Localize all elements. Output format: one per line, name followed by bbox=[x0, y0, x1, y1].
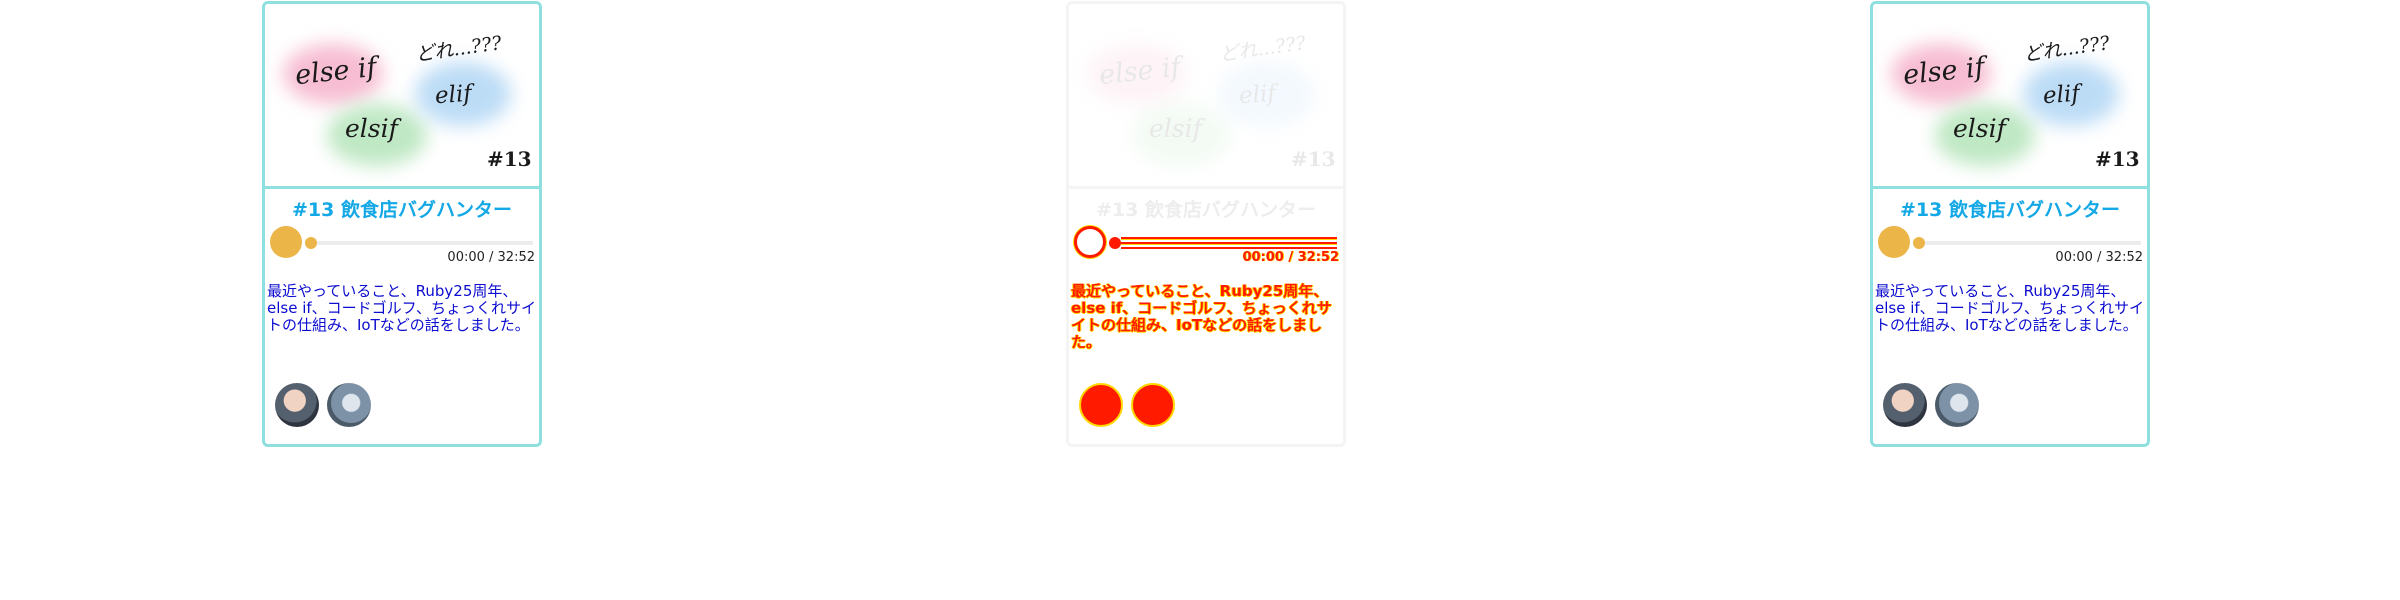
seek-handle[interactable] bbox=[305, 237, 317, 249]
artwork-text-question: どれ...??? bbox=[2022, 32, 2112, 66]
playback-time: 00:00 / 32:52 bbox=[447, 250, 535, 265]
audio-player[interactable]: 00:00 / 32:52 bbox=[1069, 223, 1343, 269]
episode-title[interactable]: #13 飲食店バグハンター bbox=[1873, 189, 2147, 223]
avatar[interactable] bbox=[327, 383, 371, 427]
episode-description: 最近やっていること、Ruby25周年、else if、コードゴルフ、ちょっくれサ… bbox=[267, 282, 537, 334]
artwork-text-elif: elif bbox=[434, 80, 473, 110]
artwork-text-question: どれ...??? bbox=[414, 32, 504, 66]
episode-title[interactable]: #13 飲食店バグハンター bbox=[1069, 189, 1343, 223]
artwork-text-elif: elif bbox=[2042, 80, 2081, 110]
avatar[interactable] bbox=[1935, 383, 1979, 427]
host-avatars bbox=[1873, 373, 2147, 433]
artwork-episode-number: #13 bbox=[487, 147, 532, 171]
host-avatars bbox=[1069, 373, 1343, 433]
episode-card[interactable]: else if どれ...??? elif elsif #13 #13 飲食店バ… bbox=[1870, 1, 2150, 447]
artwork-text-elsif: elsif bbox=[1953, 114, 2006, 143]
episode-description: 最近やっていること、Ruby25周年、else if、コードゴルフ、ちょっくれサ… bbox=[1875, 282, 2145, 334]
audio-player[interactable]: 00:00 / 32:52 bbox=[1873, 223, 2147, 269]
artwork-episode-number: #13 bbox=[1291, 147, 1336, 171]
play-button[interactable] bbox=[1074, 226, 1106, 258]
playback-time: 00:00 / 32:52 bbox=[1242, 250, 1339, 265]
seek-bar[interactable] bbox=[1925, 241, 2141, 245]
seek-bar[interactable] bbox=[317, 241, 533, 245]
episode-artwork: else if どれ...??? elif elsif #13 bbox=[1873, 4, 2147, 189]
episode-card[interactable]: else if どれ...??? elif elsif #13 #13 飲食店バ… bbox=[1066, 1, 1346, 447]
episode-artwork: else if どれ...??? elif elsif #13 bbox=[1069, 4, 1343, 189]
episode-title[interactable]: #13 飲食店バグハンター bbox=[265, 189, 539, 223]
seek-handle[interactable] bbox=[1913, 237, 1925, 249]
playback-time: 00:00 / 32:52 bbox=[2055, 250, 2143, 265]
avatar[interactable] bbox=[1079, 383, 1123, 427]
host-avatars bbox=[265, 373, 539, 433]
episode-card[interactable]: else if どれ...??? elif elsif #13 #13 飲食店バ… bbox=[262, 1, 542, 447]
artwork-episode-number: #13 bbox=[2095, 147, 2140, 171]
artwork-text-elsif: elsif bbox=[345, 114, 398, 143]
avatar[interactable] bbox=[1883, 383, 1927, 427]
avatar[interactable] bbox=[1131, 383, 1175, 427]
audio-player[interactable]: 00:00 / 32:52 bbox=[265, 223, 539, 269]
episode-artwork: else if どれ...??? elif elsif #13 bbox=[265, 4, 539, 189]
artwork-text-elsif: elsif bbox=[1149, 114, 1202, 143]
play-button[interactable] bbox=[1878, 226, 1910, 258]
seek-handle[interactable] bbox=[1109, 237, 1121, 249]
seek-bar[interactable] bbox=[1121, 237, 1337, 249]
artwork-text-elif: elif bbox=[1238, 80, 1277, 110]
episode-description: 最近やっていること、Ruby25周年、else if、コードゴルフ、ちょっくれサ… bbox=[1071, 282, 1332, 351]
artwork-text-question: どれ...??? bbox=[1218, 32, 1308, 66]
play-button[interactable] bbox=[270, 226, 302, 258]
avatar[interactable] bbox=[275, 383, 319, 427]
